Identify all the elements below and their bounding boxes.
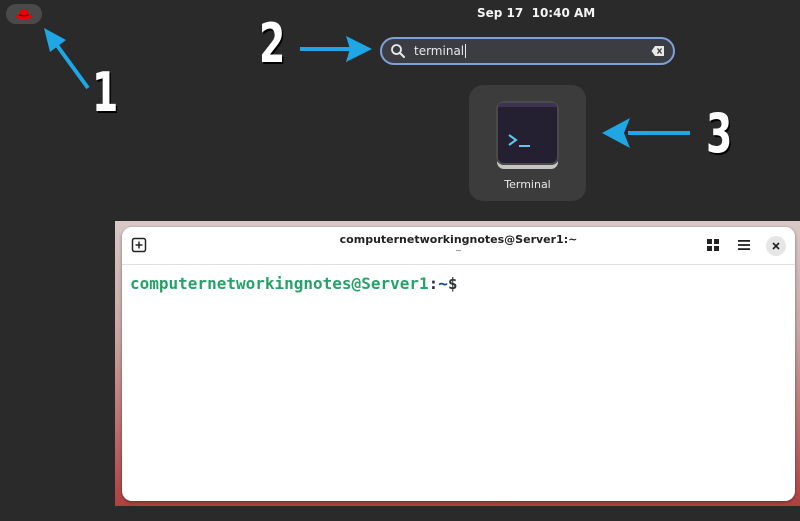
menu-icon[interactable] [737,238,751,252]
arrow-2 [300,36,372,62]
annotation-number-2: 2 [259,12,286,75]
terminal-window[interactable]: computernetworkingnotes@Server1:~ ~ comp… [122,227,795,501]
annotation-number-3: 3 [706,102,733,165]
terminal-header-bar[interactable]: computernetworkingnotes@Server1:~ ~ [122,227,795,265]
tab-overview-icon[interactable] [706,238,720,252]
prompt-user-host: computernetworkingnotes@Server1 [130,274,429,293]
prompt-path: ~ [438,274,448,293]
bottom-edge [115,506,800,521]
annotation-arrows [44,28,690,148]
arrow-3 [602,118,690,148]
terminal-title: computernetworkingnotes@Server1:~ [339,233,578,246]
close-button[interactable] [766,236,786,256]
terminal-prompt[interactable]: computernetworkingnotes@Server1:~$ [130,274,458,293]
annotation-number-1: 1 [92,61,119,124]
terminal-subtitle: ~ [455,246,462,255]
prompt-separator: : [428,274,439,293]
prompt-symbol: $ [447,274,458,293]
close-icon [772,242,780,250]
arrow-1 [44,28,90,90]
